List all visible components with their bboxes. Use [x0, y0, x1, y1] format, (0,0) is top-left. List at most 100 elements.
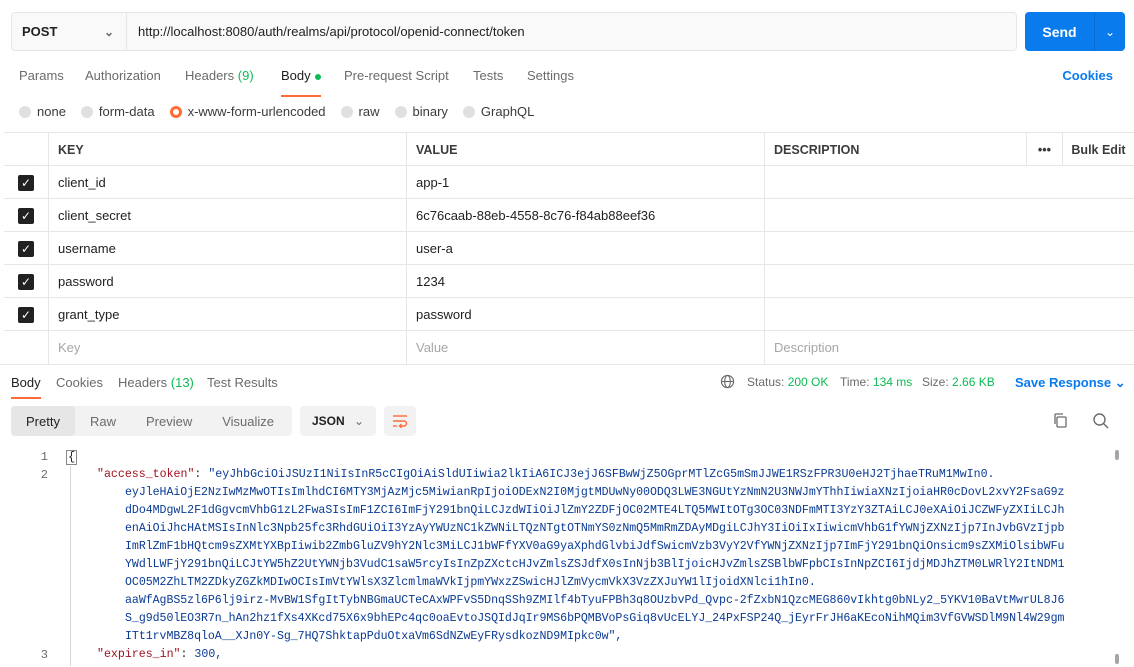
radio-label: form-data — [98, 104, 155, 119]
param-description[interactable] — [764, 232, 1134, 265]
chevron-down-icon: ⌄ — [353, 414, 364, 428]
radio-label: none — [37, 104, 66, 119]
time-info[interactable]: Time: 134 ms — [840, 375, 912, 389]
param-key[interactable]: username — [48, 232, 406, 265]
size-info[interactable]: Size: 2.66 KB — [922, 375, 995, 389]
size-label: Size: — [922, 375, 949, 389]
param-value[interactable]: app-1 — [406, 166, 764, 199]
param-key[interactable]: client_secret — [48, 199, 406, 232]
table-row: ✓ password 1234 — [4, 265, 1134, 298]
response-tab-headers[interactable]: Headers (13) — [118, 375, 194, 390]
param-key[interactable]: password — [48, 265, 406, 298]
new-value-input[interactable]: Value — [406, 331, 764, 364]
json-key: "expires_in" — [97, 648, 181, 661]
search-icon[interactable] — [1092, 412, 1110, 430]
radio-icon — [462, 105, 475, 118]
scrollbar-thumb[interactable] — [1115, 450, 1119, 460]
save-response-button[interactable]: Save Response ⌄ — [1015, 375, 1126, 391]
new-key-input[interactable]: Key — [48, 331, 406, 364]
more-options-icon[interactable]: ••• — [1026, 133, 1062, 166]
save-response-label: Save Response — [1015, 375, 1112, 390]
response-body-viewer[interactable]: 1 2 3 { "access_token": "eyJhbGciOiJSUzI… — [0, 448, 1120, 667]
table-row: ✓ client_id app-1 — [4, 166, 1134, 199]
checkbox-cell: ✓ — [4, 265, 48, 298]
copy-icon[interactable] — [1052, 412, 1070, 430]
new-description-input[interactable]: Description — [764, 331, 1134, 364]
radio-label: binary — [412, 104, 448, 119]
time-value: 134 ms — [872, 375, 913, 389]
radio-label: raw — [358, 104, 380, 119]
url-input[interactable]: http://localhost:8080/auth/realms/api/pr… — [127, 24, 525, 39]
param-description[interactable] — [764, 265, 1134, 298]
radio-graphql[interactable]: GraphQL — [462, 104, 534, 119]
column-header-description: DESCRIPTION — [764, 133, 1026, 166]
format-preview[interactable]: Preview — [131, 406, 207, 436]
code-line-wrap: OC05M2ZhLTM2ZDkyZGZkMDIwOCIsImVtYWlsX3Zl… — [125, 576, 816, 589]
response-tab-cookies[interactable]: Cookies — [56, 375, 103, 390]
body-type-selector: none form-data x-www-form-urlencoded raw… — [19, 104, 549, 119]
json-string: "eyJhbGciOiJSUzI1NiIsInR5cCIgOiAiSldUIiw… — [208, 468, 995, 481]
active-tab-indicator — [281, 95, 321, 97]
scrollbar-thumb[interactable] — [1115, 654, 1119, 664]
checkbox-checked-icon[interactable]: ✓ — [18, 273, 34, 290]
tab-settings[interactable]: Settings — [527, 68, 574, 83]
param-value[interactable]: password — [406, 298, 764, 331]
radio-icon — [394, 105, 407, 118]
tab-headers-label: Headers — [185, 68, 235, 83]
code-line-wrap: aaWfAgBS5zl6P6lj9irz-MvBW1SfgItTybNBGmaU… — [125, 594, 1065, 607]
tab-pre-request-script[interactable]: Pre-request Script — [344, 68, 449, 83]
param-value[interactable]: user-a — [406, 232, 764, 265]
scrollbar[interactable] — [1114, 448, 1120, 667]
checkbox-checked-icon[interactable]: ✓ — [18, 207, 34, 224]
checkbox-checked-icon[interactable]: ✓ — [18, 174, 34, 191]
table-row: ✓ grant_type password — [4, 298, 1134, 331]
cookies-link[interactable]: Cookies — [1062, 68, 1113, 83]
checkbox-cell: ✓ — [4, 298, 48, 331]
checkbox-cell: ✓ — [4, 199, 48, 232]
param-description[interactable] — [764, 166, 1134, 199]
method-label: POST — [22, 24, 58, 39]
param-key[interactable]: client_id — [48, 166, 406, 199]
tab-headers[interactable]: Headers (9) — [185, 68, 254, 83]
param-value[interactable]: 6c76caab-88eb-4558-8c76-f84ab88eef36 — [406, 199, 764, 232]
send-button[interactable]: Send ⌄ — [1025, 12, 1125, 51]
tab-params[interactable]: Params — [19, 68, 64, 83]
chevron-down-icon[interactable]: ⌄ — [1095, 25, 1125, 39]
format-raw[interactable]: Raw — [75, 406, 131, 436]
line-number: 3 — [40, 648, 48, 662]
language-dropdown[interactable]: JSON ⌄ — [300, 406, 376, 436]
response-tab-headers-label: Headers — [118, 375, 168, 390]
tab-tests[interactable]: Tests — [473, 68, 503, 83]
response-tab-body[interactable]: Body — [11, 375, 41, 390]
param-description[interactable] — [764, 298, 1134, 331]
checkbox-checked-icon[interactable]: ✓ — [18, 306, 34, 323]
radio-binary[interactable]: binary — [394, 104, 448, 119]
chevron-down-icon: ⌄ — [103, 24, 114, 39]
globe-icon[interactable] — [720, 374, 735, 389]
param-value[interactable]: 1234 — [406, 265, 764, 298]
param-key[interactable]: grant_type — [48, 298, 406, 331]
checkbox-cell: ✓ — [4, 166, 48, 199]
status-label: Status: — [747, 375, 785, 389]
format-visualize[interactable]: Visualize — [207, 406, 289, 436]
radio-none[interactable]: none — [19, 104, 66, 119]
status-value: 200 OK — [787, 375, 829, 389]
status-info[interactable]: Status: 200 OK — [747, 375, 828, 389]
time-label: Time: — [840, 375, 870, 389]
param-description[interactable] — [764, 199, 1134, 232]
radio-raw[interactable]: raw — [340, 104, 380, 119]
radio-label: x-www-form-urlencoded — [187, 104, 326, 119]
format-pretty[interactable]: Pretty — [11, 406, 75, 436]
wrap-lines-button[interactable] — [384, 406, 416, 436]
line-number: 1 — [40, 450, 48, 464]
checkbox-checked-icon[interactable]: ✓ — [18, 240, 34, 257]
method-dropdown[interactable]: POST ⌄ — [12, 13, 127, 50]
radio-x-www-form-urlencoded[interactable]: x-www-form-urlencoded — [169, 104, 326, 119]
table-row-new: Key Value Description — [4, 331, 1134, 364]
response-tab-test-results[interactable]: Test Results — [207, 375, 278, 390]
tab-body[interactable]: Body — [281, 68, 321, 83]
radio-form-data[interactable]: form-data — [80, 104, 155, 119]
bulk-edit-button[interactable]: Bulk Edit — [1062, 133, 1134, 166]
table-header-row: KEY VALUE DESCRIPTION ••• Bulk Edit — [4, 133, 1134, 166]
tab-authorization[interactable]: Authorization — [85, 68, 161, 83]
